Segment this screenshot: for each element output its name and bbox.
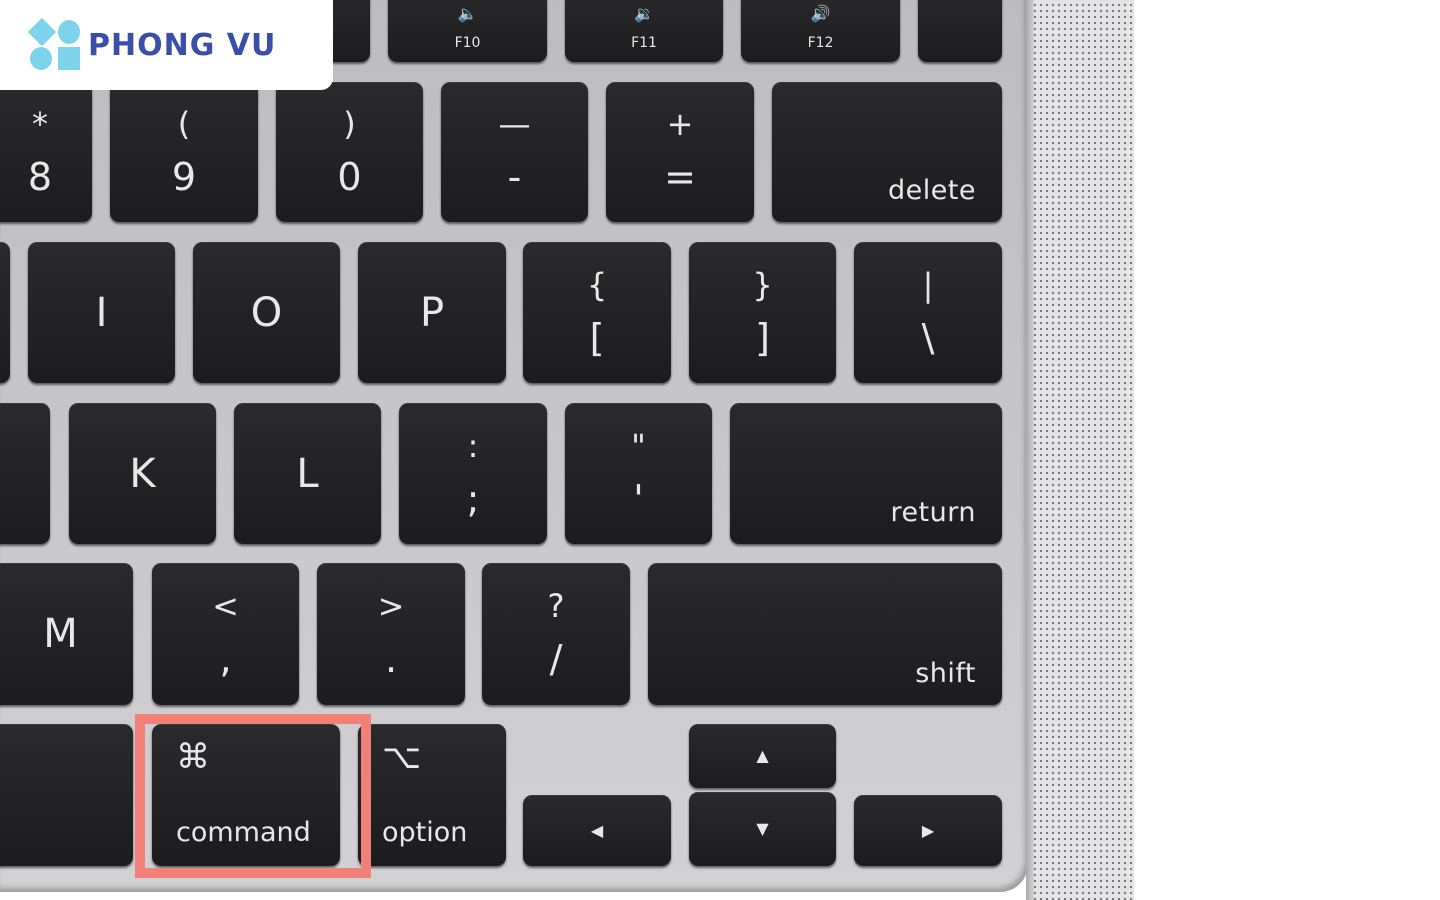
key-i: I [28, 242, 175, 383]
key-partial-bottom [0, 724, 133, 866]
key-label-bottom: \ [921, 315, 935, 360]
command-key-highlight [135, 714, 371, 878]
key-label-bottom: option [382, 817, 468, 848]
volume-up-icon: 🔊 [810, 4, 831, 23]
key-label-bottom: = [664, 155, 696, 199]
key-label-top: < [212, 587, 239, 625]
key-return: return [730, 403, 1002, 544]
key-label-top: P [419, 289, 445, 336]
key-label-top: delete [887, 175, 976, 206]
key-equals: + = [606, 82, 754, 222]
key-label-top: ? [547, 587, 565, 625]
logo-mark-icon [27, 17, 82, 70]
key-arrow-up: ▲ [689, 724, 836, 788]
volume-mute-icon: 🔈 [457, 4, 478, 23]
key-label-top: : [467, 426, 479, 465]
speaker-grille [1034, 0, 1134, 900]
arrow-down-icon: ▼ [756, 819, 769, 838]
key-f11: 🔉 F11 [565, 0, 723, 62]
key-label-top: " [631, 426, 646, 465]
key-label-top: return [890, 497, 976, 528]
key-label-top: M [43, 611, 78, 657]
key-label-bottom: F12 [807, 35, 834, 51]
key-p: P [358, 242, 506, 383]
key-arrow-down: ▼ [689, 792, 836, 866]
logo: PHONG VU [0, 0, 333, 90]
key-8: * 8 [0, 82, 92, 222]
key-right-bracket: }] [689, 242, 836, 383]
key-label-bottom: , [219, 637, 232, 681]
key-label-top: * [32, 105, 48, 143]
key-f10: 🔈 F10 [388, 0, 547, 62]
key-label-top: ( [177, 105, 191, 143]
key-arrow-right: ▶ [854, 795, 1002, 866]
key-label-top: O [250, 289, 283, 336]
key-label-bottom: . [384, 637, 398, 681]
key-label-top: > [377, 587, 405, 625]
key-label-top: + [666, 105, 694, 143]
key-9: (9 [110, 82, 258, 222]
key-f12: 🔊 F12 [741, 0, 900, 62]
key-comma: <, [152, 563, 299, 705]
key-m: M [0, 563, 133, 705]
key-label-bottom: [ [589, 315, 605, 360]
key-label-bottom: / [549, 637, 563, 681]
key-minus: — - [441, 82, 588, 222]
key-semicolon: :; [399, 403, 547, 544]
key-backslash: | \ [854, 242, 1002, 383]
key-label-bottom: 8 [27, 155, 53, 199]
key-label-bottom: F11 [631, 35, 657, 51]
key-o: O [193, 242, 340, 383]
key-label-top: — [498, 105, 531, 143]
key-partial-u [0, 242, 10, 383]
key-0: ) 0 [276, 82, 423, 222]
key-label-bottom: ; [466, 476, 480, 521]
key-option: ⌥ option [358, 724, 506, 866]
key-label-bottom: F10 [454, 35, 481, 51]
key-shift: shift [648, 563, 1002, 705]
arrow-up-icon: ▲ [756, 746, 769, 765]
key-k: K [69, 403, 216, 544]
key-slash: ? / [482, 563, 630, 705]
key-label-top: } [752, 265, 773, 304]
key-power [918, 0, 1002, 62]
key-quote: " ' [565, 403, 712, 544]
key-label-top: shift [915, 658, 976, 689]
arrow-right-icon: ▶ [921, 820, 935, 840]
key-period: >. [317, 563, 465, 705]
key-partial-j [0, 403, 50, 544]
key-left-bracket: {[ [523, 242, 671, 383]
key-arrow-left: ◀ [523, 795, 671, 866]
key-label-top: K [129, 450, 156, 497]
key-label-bottom: 0 [337, 155, 362, 199]
key-label-top: L [296, 450, 319, 497]
key-label-top: I [95, 289, 108, 336]
key-l: L [234, 403, 381, 544]
arrow-left-icon: ◀ [590, 820, 604, 840]
volume-down-icon: 🔉 [634, 4, 654, 23]
option-icon: ⌥ [382, 737, 422, 777]
key-label-top: { [586, 265, 608, 304]
key-label-top: | [922, 265, 934, 304]
key-delete: delete [772, 82, 1002, 222]
key-label-bottom: ] [755, 315, 770, 360]
logo-text: PHONG VU [88, 27, 277, 63]
key-label-bottom: ' [633, 476, 644, 521]
key-label-bottom: - [507, 155, 522, 199]
key-label-bottom: 9 [171, 155, 197, 199]
key-label-top: ) [343, 105, 356, 143]
